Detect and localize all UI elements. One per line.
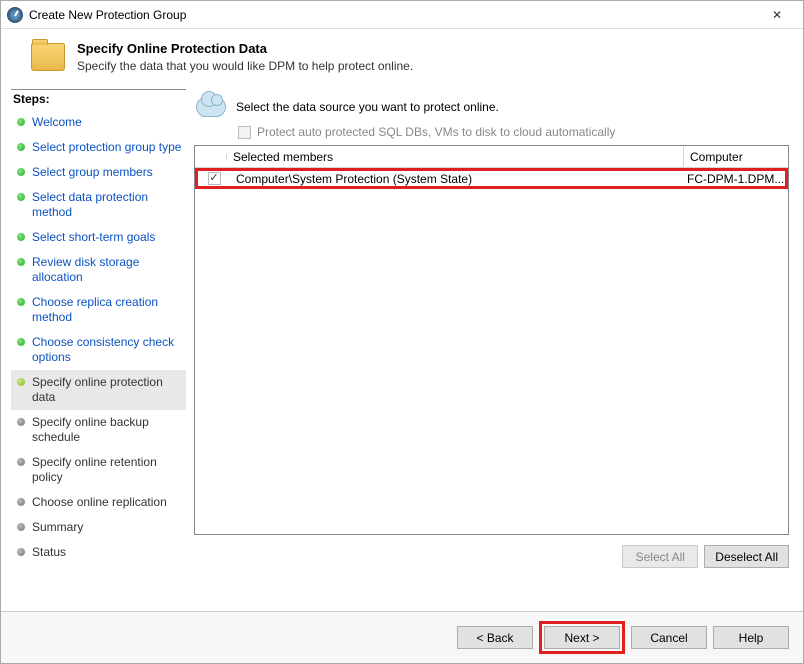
step-bullet-icon — [17, 418, 25, 426]
titlebar: Create New Protection Group ✕ — [1, 1, 803, 29]
step-7[interactable]: Choose consistency check options — [11, 330, 186, 370]
step-bullet-icon — [17, 298, 25, 306]
cloud-icon — [196, 97, 226, 117]
step-bullet-icon — [17, 258, 25, 266]
col-checkbox — [195, 154, 227, 160]
wizard-header: Specify Online Protection Data Specify t… — [1, 29, 803, 85]
step-9: Specify online backup schedule — [11, 410, 186, 450]
step-label: Select group members — [32, 165, 153, 180]
step-label: Specify online backup schedule — [32, 415, 182, 445]
step-bullet-icon — [17, 338, 25, 346]
help-button[interactable]: Help — [713, 626, 789, 649]
select-all-button[interactable]: Select All — [622, 545, 698, 568]
step-label: Choose consistency check options — [32, 335, 182, 365]
step-bullet-icon — [17, 143, 25, 151]
wizard-footer: < Back Next > Cancel Help — [1, 611, 803, 663]
step-bullet-icon — [17, 168, 25, 176]
step-bullet-icon — [17, 548, 25, 556]
step-3[interactable]: Select data protection method — [11, 185, 186, 225]
step-label: Summary — [32, 520, 83, 535]
auto-protect-label: Protect auto protected SQL DBs, VMs to d… — [257, 125, 615, 139]
step-label: Review disk storage allocation — [32, 255, 182, 285]
step-6[interactable]: Choose replica creation method — [11, 290, 186, 330]
step-10: Specify online retention policy — [11, 450, 186, 490]
steps-heading: Steps: — [11, 92, 186, 106]
cancel-button[interactable]: Cancel — [631, 626, 707, 649]
app-icon — [7, 7, 23, 23]
step-bullet-icon — [17, 523, 25, 531]
step-12: Summary — [11, 515, 186, 540]
step-1[interactable]: Select protection group type — [11, 135, 186, 160]
folder-icon — [31, 43, 65, 71]
step-13: Status — [11, 540, 186, 565]
next-button[interactable]: Next > — [544, 626, 620, 649]
step-label: Select data protection method — [32, 190, 182, 220]
auto-protect-checkbox — [238, 126, 251, 139]
step-label: Welcome — [32, 115, 82, 130]
close-button[interactable]: ✕ — [757, 2, 797, 28]
step-0[interactable]: Welcome — [11, 110, 186, 135]
step-bullet-icon — [17, 118, 25, 126]
members-table: Selected members Computer Computer\Syste… — [194, 145, 789, 535]
table-row[interactable]: Computer\System Protection (System State… — [195, 168, 788, 189]
col-computer: Computer — [684, 147, 788, 167]
next-highlight: Next > — [539, 621, 625, 654]
step-bullet-icon — [17, 458, 25, 466]
row-checkbox[interactable] — [208, 172, 221, 185]
row-computer: FC-DPM-1.DPM... — [681, 171, 785, 187]
step-11: Choose online replication — [11, 490, 186, 515]
row-member: Computer\System Protection (System State… — [230, 171, 681, 187]
wizard-steps: Steps: Welcome Select protection group ty… — [11, 89, 186, 611]
step-label: Specify online retention policy — [32, 455, 182, 485]
step-8: Specify online protection data — [11, 370, 186, 410]
step-bullet-icon — [17, 193, 25, 201]
step-4[interactable]: Select short-term goals — [11, 225, 186, 250]
step-5[interactable]: Review disk storage allocation — [11, 250, 186, 290]
step-label: Select protection group type — [32, 140, 181, 155]
step-bullet-icon — [17, 498, 25, 506]
close-icon: ✕ — [772, 8, 782, 22]
back-button[interactable]: < Back — [457, 626, 533, 649]
step-label: Status — [32, 545, 66, 560]
step-label: Choose replica creation method — [32, 295, 182, 325]
step-2[interactable]: Select group members — [11, 160, 186, 185]
page-subtitle: Specify the data that you would like DPM… — [77, 59, 413, 73]
page-title: Specify Online Protection Data — [77, 41, 413, 56]
instruction-text: Select the data source you want to prote… — [236, 100, 499, 114]
deselect-all-button[interactable]: Deselect All — [704, 545, 789, 568]
step-label: Specify online protection data — [32, 375, 182, 405]
step-bullet-icon — [17, 378, 25, 386]
col-selected-members: Selected members — [227, 147, 684, 167]
step-label: Select short-term goals — [32, 230, 155, 245]
main-panel: Select the data source you want to prote… — [186, 89, 793, 611]
step-bullet-icon — [17, 233, 25, 241]
window-title: Create New Protection Group — [29, 8, 757, 22]
step-label: Choose online replication — [32, 495, 167, 510]
